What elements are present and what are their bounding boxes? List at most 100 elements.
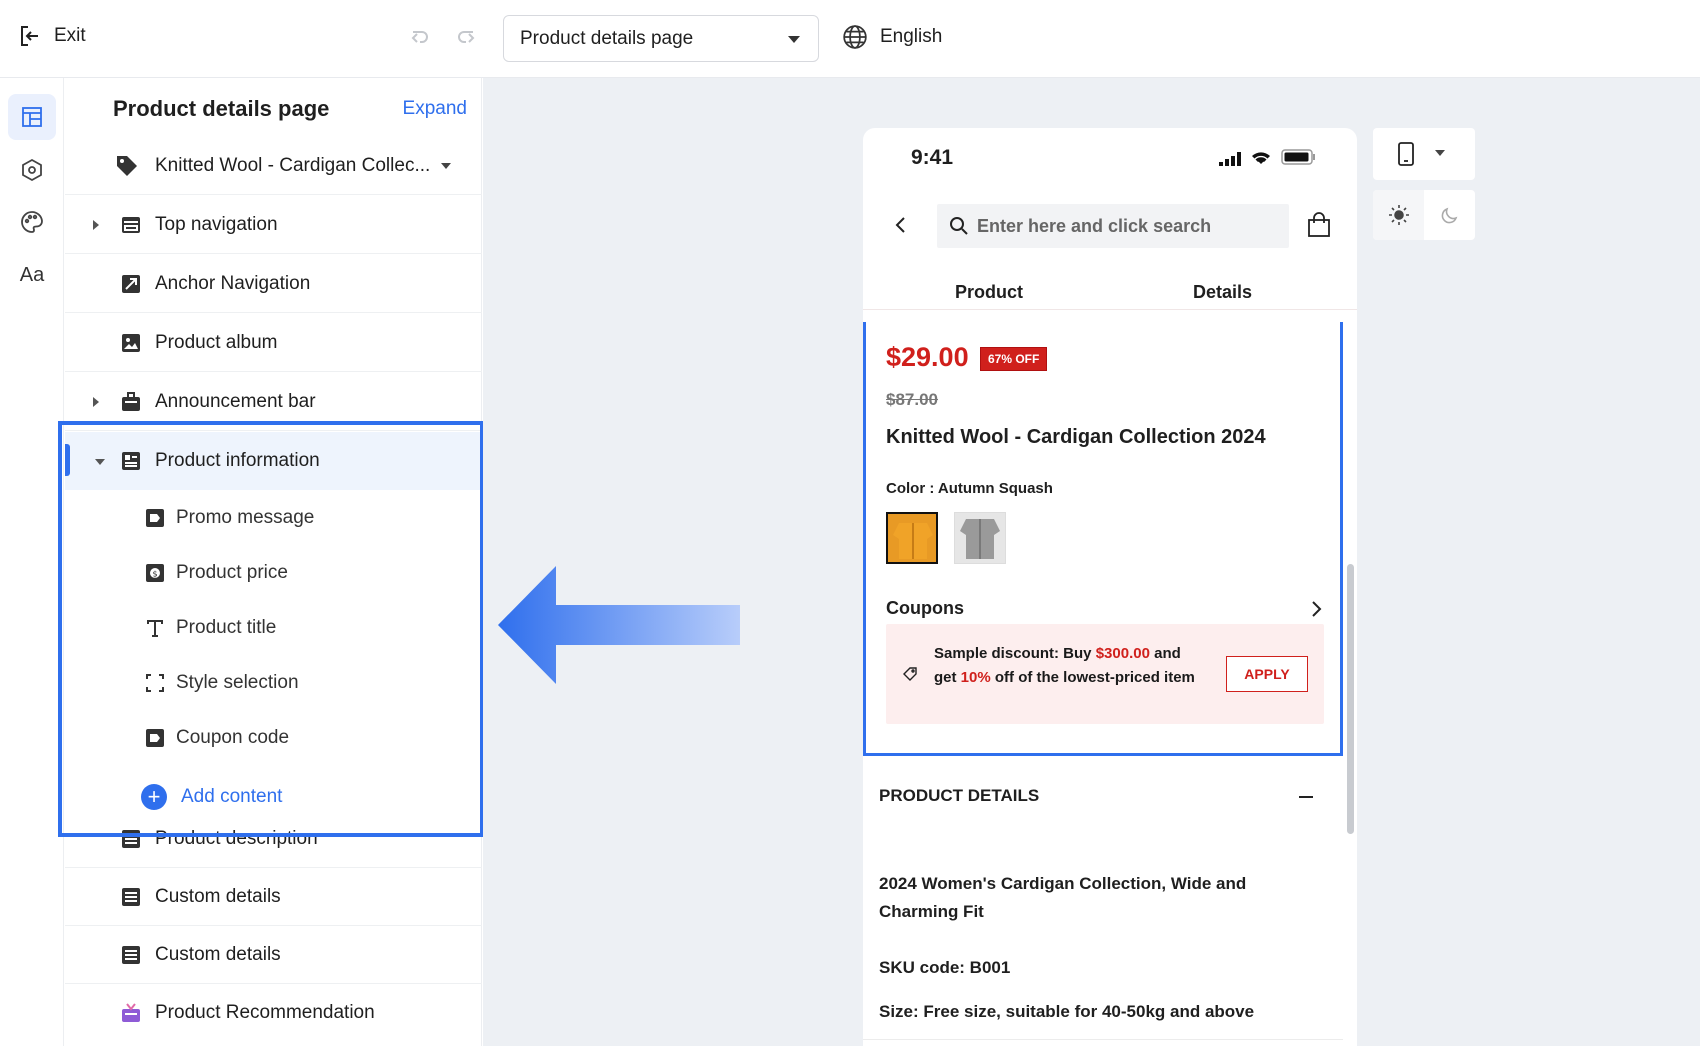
document-icon (122, 888, 140, 906)
chevron-left-icon (895, 217, 905, 233)
selection-frame-icon (146, 674, 164, 692)
theme-switcher (1373, 190, 1475, 240)
expand-button[interactable]: Expand (403, 98, 467, 120)
typography-icon: Aa (19, 263, 45, 286)
sidebar-item-label: Custom details (155, 944, 281, 965)
sidebar-item-label: Product information (155, 450, 320, 471)
coupon-text-part: off of the lowest-priced item (990, 669, 1195, 686)
undo-button[interactable] (408, 26, 432, 55)
sidebar-item-label: Product Recommendation (155, 1002, 375, 1023)
sidebar-item-label: Announcement bar (155, 391, 316, 412)
layout-icon (22, 107, 42, 127)
expand-arrow-icon[interactable] (93, 220, 99, 230)
hexagon-icon (22, 158, 42, 182)
back-button[interactable] (893, 216, 909, 239)
coupon-amount: $300.00 (1095, 645, 1150, 662)
anchor-nav-icon (122, 275, 140, 293)
sidebar-item-label: Product description (155, 828, 318, 849)
anchor-tabs (863, 256, 1357, 310)
tab-details[interactable]: Details (1193, 282, 1252, 303)
description-line: SKU code: B001 (879, 958, 1011, 977)
device-switcher[interactable] (1373, 128, 1475, 180)
selection-indicator (65, 444, 70, 476)
sidebar-panel: Product details page Expand Knitted Wool… (65, 78, 482, 1046)
dark-mode-button[interactable] (1424, 190, 1475, 240)
chevron-down-icon (441, 163, 451, 169)
coupon-percent: 10% (960, 669, 991, 686)
rail-layout-button[interactable] (8, 94, 56, 140)
sidebar-item-custom-details[interactable]: Custom details (65, 868, 482, 926)
sidebar-item-label: Anchor Navigation (155, 273, 311, 294)
color-label: Color : Autumn Squash (886, 480, 1053, 497)
info-card-icon (122, 452, 140, 470)
sidebar-item-announcement-bar[interactable]: Announcement bar (65, 373, 482, 431)
sidebar-item-product-album[interactable]: Product album (65, 314, 482, 372)
sidebar-item-product-description[interactable]: Product description (65, 810, 482, 868)
sidebar-item-product-recommendation[interactable]: Product Recommendation (65, 984, 482, 1042)
collapse-icon[interactable] (1299, 796, 1313, 798)
price-icon: $ (146, 564, 164, 582)
tag-icon (903, 667, 917, 681)
add-content-button[interactable]: + Add content (141, 784, 282, 810)
language-label: English (880, 26, 943, 47)
light-mode-button[interactable] (1373, 190, 1424, 240)
status-bar: 9:41 (863, 128, 1357, 184)
collapse-arrow-icon[interactable] (95, 459, 105, 465)
globe-icon (843, 25, 867, 49)
preview-canvas: 9:41 Enter here and click search Product… (483, 78, 1700, 1046)
product-select-value: Knitted Wool - Cardigan Collec... (155, 155, 431, 176)
signal-icon (1219, 152, 1241, 166)
redo-button[interactable] (454, 26, 478, 55)
sidebar-item-label: Custom details (155, 886, 281, 907)
status-time: 9:41 (911, 146, 954, 169)
exit-button[interactable]: Exit (18, 24, 86, 48)
sidebar-item-custom-details[interactable]: Custom details (65, 926, 482, 984)
sidebar-subitem-coupon-code[interactable]: Coupon code (65, 709, 482, 767)
cardigan-orange-image (893, 523, 933, 559)
battery-icon (1281, 149, 1315, 165)
sidebar-subitem-product-price[interactable]: $ Product price (65, 544, 482, 602)
preview-scrollbar[interactable] (1347, 564, 1354, 834)
cardigan-grey-image (955, 513, 1005, 563)
wifi-icon (1252, 152, 1270, 164)
sidebar-subitem-style-selection[interactable]: Style selection (65, 654, 482, 712)
product-information-block[interactable]: $29.00 67% OFF $87.00 Knitted Wool - Car… (863, 322, 1343, 756)
sidebar-subitem-label: Product price (176, 562, 288, 583)
icon-rail: Aa (0, 78, 64, 1046)
moon-icon (1441, 207, 1457, 224)
sidebar-item-anchor-navigation[interactable]: Anchor Navigation (65, 255, 482, 313)
sidebar-subitem-product-title[interactable]: Product title (65, 599, 482, 657)
color-swatch-grey[interactable] (954, 512, 1006, 564)
page-select-value: Product details page (520, 27, 694, 49)
coupon-text: Sample discount: Buy $300.00 and get 10%… (934, 642, 1204, 690)
chevron-down-icon (1435, 150, 1445, 156)
coupon-text-part: Sample discount: Buy (934, 645, 1096, 662)
product-title: Knitted Wool - Cardigan Collection 2024 (886, 426, 1266, 448)
sidebar-item-top-navigation[interactable]: Top navigation (65, 196, 482, 254)
exit-icon (21, 26, 38, 46)
expand-arrow-icon[interactable] (93, 397, 99, 407)
sidebar-item-product-information[interactable]: Product information (65, 432, 482, 490)
cart-button[interactable] (1307, 212, 1331, 243)
plus-icon: + (141, 784, 167, 810)
product-details-heading: PRODUCT DETAILS (879, 786, 1040, 805)
gift-icon (122, 1003, 140, 1022)
rail-components-button[interactable] (8, 147, 56, 193)
color-swatch-autumn-squash[interactable] (886, 512, 938, 564)
add-content-label: Add content (181, 786, 283, 807)
language-switcher[interactable]: English (842, 24, 942, 50)
coupons-heading: Coupons (886, 598, 964, 618)
apply-coupon-button[interactable]: APPLY (1226, 656, 1308, 692)
page-select-dropdown[interactable]: Product details page (503, 15, 819, 62)
rail-typography-button[interactable]: Aa (8, 252, 56, 298)
chevron-down-icon (788, 36, 800, 43)
sidebar-item-label: Product album (155, 332, 278, 353)
search-input[interactable]: Enter here and click search (937, 204, 1289, 248)
coupons-more-button[interactable] (1310, 600, 1322, 623)
exit-label: Exit (54, 25, 86, 46)
sidebar-item-label: Top navigation (155, 214, 278, 235)
sidebar-subitem-promo-message[interactable]: Promo message (65, 489, 482, 547)
product-select[interactable]: Knitted Wool - Cardigan Collec... (65, 137, 482, 195)
rail-theme-button[interactable] (8, 199, 56, 245)
tab-product[interactable]: Product (955, 282, 1023, 303)
